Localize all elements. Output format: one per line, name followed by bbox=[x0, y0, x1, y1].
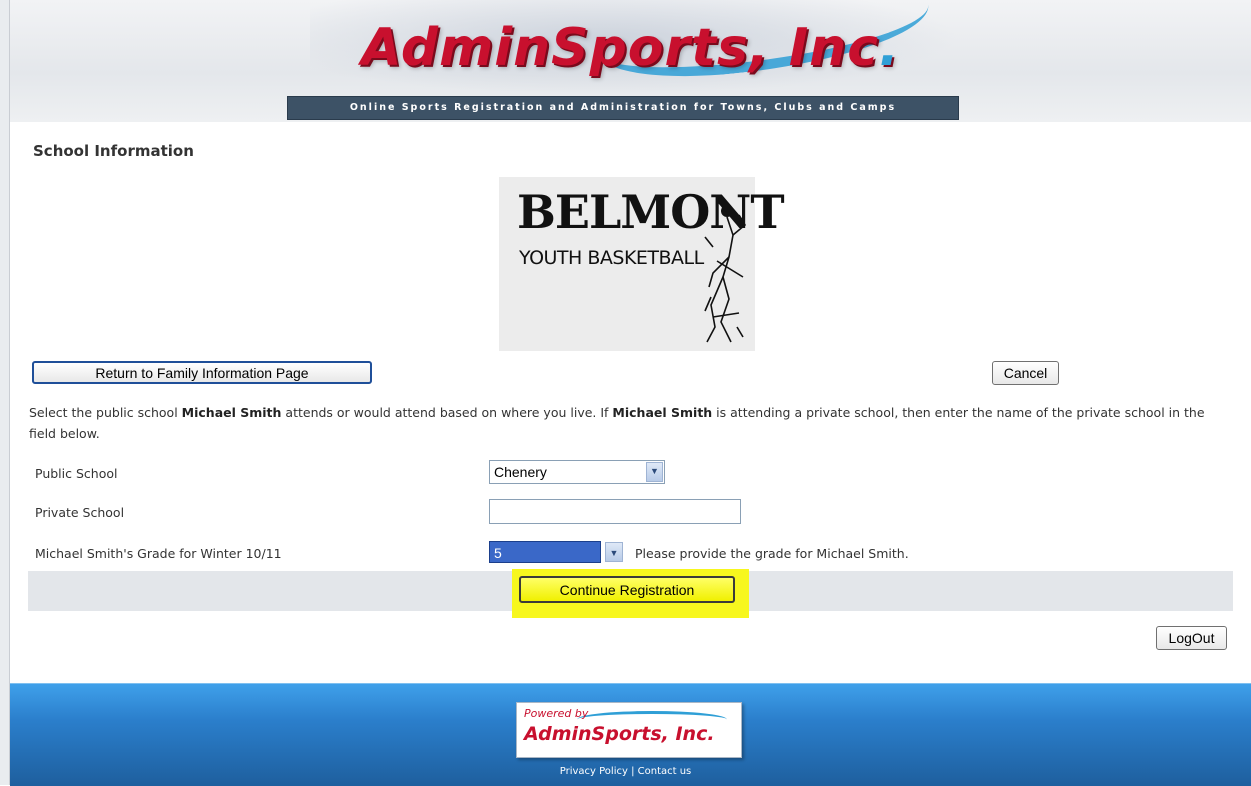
child-name: Michael Smith bbox=[612, 405, 713, 420]
private-school-input[interactable] bbox=[489, 499, 741, 524]
powered-by-logo[interactable]: Powered by AdminSports, Inc. bbox=[516, 702, 742, 758]
instructions-text: Select the public school Michael Smith a… bbox=[29, 402, 1229, 444]
left-border bbox=[0, 0, 10, 785]
chevron-down-icon[interactable]: ▼ bbox=[605, 542, 623, 562]
powered-by-name: AdminSports, Inc. bbox=[524, 723, 715, 745]
grade-hint: Please provide the grade for Michael Smi… bbox=[635, 546, 909, 561]
logo-line-youth-basketball: YOUTH BASKETBALL bbox=[519, 247, 704, 269]
privacy-policy-link[interactable]: Privacy Policy bbox=[560, 766, 628, 777]
site-logo-name: AdminSports, Inc bbox=[361, 18, 880, 78]
public-school-label: Public School bbox=[35, 466, 118, 481]
child-name: Michael Smith bbox=[181, 405, 282, 420]
site-tagline: Online Sports Registration and Administr… bbox=[287, 96, 959, 120]
powered-by-text: Powered by bbox=[524, 707, 589, 720]
grade-select[interactable]: 5 ▼ bbox=[489, 541, 623, 563]
return-to-family-info-button[interactable]: Return to Family Information Page bbox=[32, 361, 372, 384]
private-school-label: Private School bbox=[35, 505, 125, 520]
cancel-button[interactable]: Cancel bbox=[992, 361, 1059, 385]
site-logo-dot: . bbox=[879, 18, 900, 78]
site-header: AdminSports, Inc. Online Sports Registra… bbox=[10, 0, 1251, 122]
public-school-value: Chenery bbox=[494, 464, 547, 480]
belmont-youth-basketball-logo: BELMONT YOUTH BASKETBALL bbox=[499, 177, 785, 351]
page-title: School Information bbox=[33, 142, 194, 160]
grade-label: Michael Smith's Grade for Winter 10/11 bbox=[35, 546, 282, 561]
public-school-select[interactable]: Chenery ▼ bbox=[489, 460, 665, 484]
logout-button[interactable]: LogOut bbox=[1156, 626, 1227, 650]
footer-separator: | bbox=[627, 766, 638, 777]
logo-line-belmont: BELMONT bbox=[517, 185, 785, 239]
grade-select-field[interactable]: 5 bbox=[489, 541, 601, 563]
site-logo: AdminSports, Inc. bbox=[10, 18, 1251, 78]
instructions-part: Select the public school bbox=[29, 405, 182, 420]
contact-us-link[interactable]: Contact us bbox=[638, 766, 692, 777]
instructions-part: attends or would attend based on where y… bbox=[281, 405, 613, 420]
chevron-down-icon[interactable]: ▼ bbox=[646, 462, 663, 482]
footer-links: Privacy Policy | Contact us bbox=[0, 766, 1251, 777]
continue-registration-button[interactable]: Continue Registration bbox=[519, 576, 735, 603]
grade-value: 5 bbox=[494, 545, 502, 561]
